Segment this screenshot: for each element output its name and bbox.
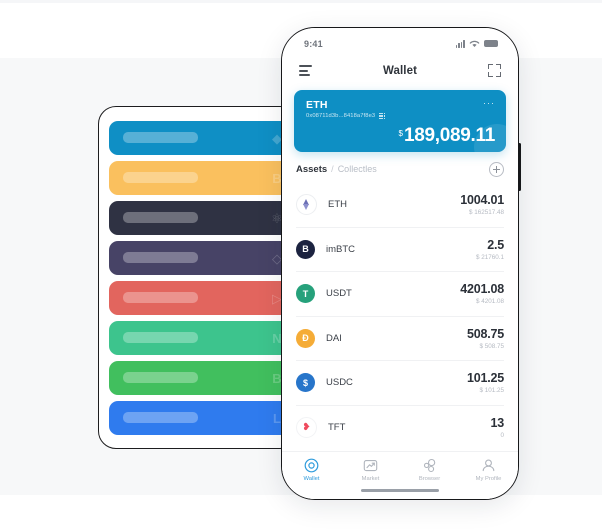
asset-fiat-value: $ 21760.1 <box>475 253 504 261</box>
tab-label: Wallet <box>303 476 320 482</box>
asset-balance: 1004.01 <box>460 193 504 208</box>
placeholder-card: ▷ <box>109 281 291 315</box>
tab-wallet[interactable]: Wallet <box>282 458 341 482</box>
placeholder-card-stack: ◆ B ⚛ ◇ ▷ N B L <box>99 107 297 435</box>
placeholder-card: B <box>109 361 291 395</box>
balance-card[interactable]: ETH 0x08711d3b...8418a7f8e3 ··· $ 189,08… <box>294 90 506 152</box>
asset-fiat-value: 0 <box>500 431 504 439</box>
placeholder-card: ◆ <box>109 121 291 155</box>
asset-symbol: DAI <box>326 332 342 344</box>
wallet-icon <box>304 458 319 473</box>
balance-amount-group: $ 189,089.11 <box>399 126 496 146</box>
asset-symbol: ETH <box>328 199 347 211</box>
asset-balance: 13 <box>490 415 504 430</box>
wallet-address: 0x08711d3b...8418a7f8e3 <box>306 113 376 119</box>
placeholder-card: B <box>109 161 291 195</box>
asset-fiat-value: $ 101.25 <box>479 387 504 395</box>
menu-icon[interactable] <box>299 65 312 76</box>
profile-icon <box>481 458 496 473</box>
scan-qr-icon[interactable] <box>487 64 501 77</box>
placeholder-text-bar <box>123 132 198 143</box>
assets-tab-group: Assets / Collectles <box>296 164 377 175</box>
placeholder-text-bar <box>123 412 198 423</box>
asset-symbol: imBTC <box>326 243 356 255</box>
tab-label: Browser <box>418 476 441 482</box>
tab-separator: / <box>331 164 334 174</box>
asset-row[interactable]: ETH 1004.01 $ 162517.48 <box>296 183 504 228</box>
placeholder-text-bar <box>123 252 198 263</box>
asset-amount-group: 101.25 $ 101.25 <box>467 371 504 394</box>
placeholder-card: ◇ <box>109 241 291 275</box>
status-bar-clock: 9:41 <box>304 38 323 49</box>
asset-symbol: USDT <box>326 288 352 300</box>
page-title: Wallet <box>382 64 418 77</box>
balance-wallet-symbol: ETH <box>306 99 328 111</box>
asset-fiat-value: $ 4201.08 <box>475 298 504 306</box>
placeholder-card-panel: ◆ B ⚛ ◇ ▷ N B L <box>98 106 298 449</box>
ethereum-icon <box>296 194 317 216</box>
tft-icon: ❥ <box>296 416 317 438</box>
asset-amount-group: 1004.01 $ 162517.48 <box>460 193 504 216</box>
cellular-signal-icon <box>455 40 465 48</box>
placeholder-card: ⚛ <box>109 201 291 235</box>
balance-card-wrapper: ETH 0x08711d3b...8418a7f8e3 ··· $ 189,08… <box>282 86 518 152</box>
placeholder-card: N <box>109 321 291 355</box>
asset-symbol: TFT <box>328 421 346 433</box>
asset-list: ETH 1004.01 $ 162517.48 BimBTC 2.5 $ 21760.1 T… <box>282 183 518 449</box>
asset-balance: 2.5 <box>487 237 504 252</box>
asset-row[interactable]: ❥ TFT 13 0 <box>296 406 504 450</box>
asset-row[interactable]: T USDT 4201.08 $ 4201.08 <box>296 272 504 317</box>
placeholder-text-bar <box>123 372 198 383</box>
placeholder-text-bar <box>123 292 198 303</box>
balance-address-row[interactable]: 0x08711d3b...8418a7f8e3 <box>306 113 494 119</box>
asset-fiat-value: $ 508.75 <box>479 342 504 350</box>
tab-browser[interactable]: Browser <box>400 458 459 482</box>
phone-device-frame: 9:41 Wallet ETH 0x08711d3b...8418a7f8e3 … <box>281 27 519 500</box>
assets-header: Assets / Collectles <box>282 152 518 183</box>
asset-fiat-value: $ 162517.48 <box>468 209 504 217</box>
usdc-icon: $ <box>296 373 315 393</box>
placeholder-text-bar <box>123 172 198 183</box>
battery-icon <box>484 40 498 47</box>
asset-amount-group: 2.5 $ 21760.1 <box>476 238 504 261</box>
browser-icon <box>422 458 437 473</box>
tab-label: Market <box>361 476 380 482</box>
placeholder-text-bar <box>123 212 198 223</box>
phone-screen: 9:41 Wallet ETH 0x08711d3b...8418a7f8e3 … <box>282 28 518 499</box>
wifi-icon <box>469 40 480 47</box>
asset-balance: 508.75 <box>466 326 504 341</box>
app-nav-bar: Wallet <box>282 55 518 86</box>
home-indicator <box>361 488 439 492</box>
asset-row[interactable]: $ USDC 101.25 $ 101.25 <box>296 361 504 406</box>
balance-amount-value: 189,089.11 <box>403 125 495 146</box>
tab-my-profile[interactable]: My Profile <box>459 458 518 482</box>
asset-amount-group: 13 0 <box>490 416 504 439</box>
status-bar-indicators <box>455 40 498 48</box>
asset-balance: 4201.08 <box>460 282 504 297</box>
tab-collectibles[interactable]: Collectles <box>338 164 377 174</box>
asset-balance: 101.25 <box>466 371 504 386</box>
balance-currency-symbol: $ <box>398 129 403 138</box>
asset-row[interactable]: Đ DAI 508.75 $ 508.75 <box>296 317 504 361</box>
placeholder-card: L <box>109 401 291 435</box>
asset-symbol: USDC <box>326 377 353 389</box>
add-asset-icon[interactable] <box>489 162 504 177</box>
background-band-top <box>0 0 602 3</box>
asset-amount-group: 4201.08 $ 4201.08 <box>460 282 504 305</box>
tab-market[interactable]: Market <box>341 458 400 482</box>
dai-icon: Đ <box>296 328 315 348</box>
status-bar: 9:41 <box>282 28 518 55</box>
tab-label: My Profile <box>475 476 502 482</box>
imbtc-icon: B <box>296 239 315 259</box>
asset-amount-group: 508.75 $ 508.75 <box>467 327 504 350</box>
asset-row[interactable]: BimBTC 2.5 $ 21760.1 <box>296 228 504 272</box>
market-icon <box>363 458 378 473</box>
more-options-icon[interactable]: ··· <box>483 99 495 108</box>
placeholder-text-bar <box>123 332 198 343</box>
qr-code-icon[interactable] <box>379 113 385 119</box>
tether-icon: T <box>296 284 315 304</box>
tab-assets[interactable]: Assets <box>296 164 327 175</box>
